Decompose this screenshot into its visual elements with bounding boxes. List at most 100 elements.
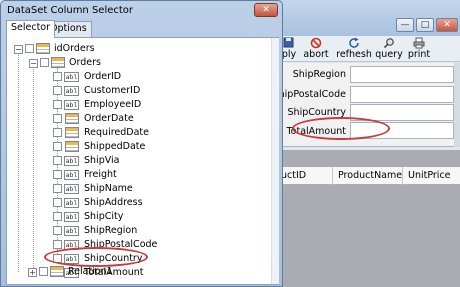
checkbox[interactable] bbox=[25, 44, 34, 53]
tree-node-label: ShipCity bbox=[84, 211, 124, 222]
tree-node-relation1[interactable]: + Relation1 bbox=[6, 265, 270, 279]
print-button[interactable]: print bbox=[406, 37, 432, 61]
checkbox[interactable] bbox=[53, 226, 62, 235]
app-titlebar: — □ ✕ bbox=[278, 0, 460, 36]
tree-column-shipregion[interactable]: abl ShipRegion bbox=[7, 224, 271, 238]
column-tree: − idOrders − Orders abl OrderID abl Cust… bbox=[7, 38, 271, 284]
grid-header: uctID ProductName UnitPrice bbox=[278, 167, 460, 185]
date-field-icon bbox=[65, 113, 79, 124]
grid-body[interactable] bbox=[278, 186, 460, 287]
text-field-icon: abl bbox=[64, 254, 79, 264]
refresh-button-label: refhesh bbox=[336, 49, 372, 60]
tree-node-label: OrderDate bbox=[84, 113, 134, 124]
tree-node-label: CustomerID bbox=[84, 85, 141, 96]
checkbox[interactable] bbox=[39, 267, 48, 276]
tree-node-idorders[interactable]: − idOrders bbox=[7, 42, 271, 56]
tree-node-label: idOrders bbox=[54, 43, 95, 54]
checkbox[interactable] bbox=[53, 86, 62, 95]
form-label-shippostalcode: ShipPostalCode bbox=[272, 89, 346, 100]
tree-column-shipcity[interactable]: abl ShipCity bbox=[7, 210, 271, 224]
checkbox[interactable] bbox=[53, 170, 62, 179]
tree-column-orderdate[interactable]: OrderDate bbox=[7, 112, 271, 126]
details-grid: uctID ProductName UnitPrice bbox=[278, 150, 460, 287]
checkbox[interactable] bbox=[53, 128, 62, 137]
text-field-icon: abl bbox=[64, 240, 79, 250]
text-field-icon: abl bbox=[64, 212, 79, 222]
minimize-button[interactable]: — bbox=[396, 18, 414, 32]
tree-column-shipname[interactable]: abl ShipName bbox=[7, 182, 271, 196]
expand-icon[interactable]: + bbox=[28, 268, 37, 277]
grid-column-header[interactable]: ProductName bbox=[338, 170, 402, 182]
abort-icon bbox=[302, 37, 330, 49]
collapse-icon[interactable]: − bbox=[29, 59, 38, 68]
text-field-icon: abl bbox=[64, 226, 79, 236]
form-label-shipcountry: ShipCountry bbox=[287, 107, 346, 118]
tree-node-label: ShipPostalCode bbox=[84, 239, 158, 250]
maximize-button[interactable]: □ bbox=[416, 18, 434, 32]
checkbox[interactable] bbox=[53, 184, 62, 193]
tree-column-employeeid[interactable]: abl EmployeeID bbox=[7, 98, 271, 112]
tree-node-label: Relation1 bbox=[68, 266, 113, 277]
tree-node-orders[interactable]: − Orders bbox=[7, 56, 271, 70]
form-scrollbar[interactable] bbox=[454, 63, 460, 147]
query-button-label: query bbox=[375, 49, 403, 60]
tree-column-orderid[interactable]: abl OrderID bbox=[7, 70, 271, 84]
dialog-close-button[interactable]: ✕ bbox=[254, 3, 278, 17]
grid-column-header[interactable]: uctID bbox=[281, 170, 306, 182]
dataset-column-selector-dialog: DataSet Column Selector ✕ Selector Optio… bbox=[0, 0, 283, 287]
abort-button[interactable]: abort bbox=[302, 37, 330, 61]
tree-scrollbar[interactable] bbox=[271, 38, 279, 284]
tree-column-shippeddate[interactable]: ShippedDate bbox=[7, 140, 271, 154]
form-label-shipregion: ShipRegion bbox=[292, 69, 346, 80]
abort-button-label: abort bbox=[303, 49, 329, 60]
checkbox[interactable] bbox=[53, 114, 62, 123]
tab-selector[interactable]: Selector bbox=[6, 20, 56, 38]
tree-column-requireddate[interactable]: RequiredDate bbox=[7, 126, 271, 140]
tree-column-freight[interactable]: abl Freight bbox=[7, 168, 271, 182]
shipcountry-input[interactable] bbox=[350, 104, 454, 121]
tree-node-label: OrderID bbox=[84, 71, 122, 82]
dataset-icon bbox=[36, 43, 50, 54]
tree-node-label: ShipAddress bbox=[84, 197, 143, 208]
query-button[interactable]: query bbox=[374, 37, 404, 61]
tree-node-label: ShipRegion bbox=[84, 225, 138, 236]
totalamount-input[interactable] bbox=[350, 122, 454, 139]
tree-node-label: RequiredDate bbox=[84, 127, 149, 138]
shipregion-input[interactable] bbox=[350, 66, 454, 83]
refresh-button[interactable]: refhesh bbox=[336, 37, 372, 61]
shippostalcode-input[interactable] bbox=[350, 86, 454, 103]
checkbox[interactable] bbox=[53, 254, 62, 263]
checkbox[interactable] bbox=[53, 156, 62, 165]
text-field-icon: abl bbox=[64, 184, 79, 194]
text-field-icon: abl bbox=[64, 156, 79, 166]
collapse-icon[interactable]: − bbox=[14, 45, 23, 54]
close-button[interactable]: ✕ bbox=[436, 18, 458, 32]
text-field-icon: abl bbox=[64, 72, 79, 82]
tree-column-shipvia[interactable]: abl ShipVia bbox=[7, 154, 271, 168]
tree-column-shipaddress[interactable]: abl ShipAddress bbox=[7, 196, 271, 210]
selector-panel: − idOrders − Orders abl OrderID abl Cust… bbox=[6, 37, 279, 285]
tree-node-label: ShipName bbox=[84, 183, 133, 194]
relation-icon bbox=[50, 266, 64, 277]
date-field-icon bbox=[65, 127, 79, 138]
dialog-tabbar: Selector Options bbox=[4, 20, 280, 38]
tree-node-label: EmployeeID bbox=[84, 99, 142, 110]
text-field-icon: abl bbox=[64, 86, 79, 96]
tree-node-label: Orders bbox=[69, 57, 101, 68]
checkbox[interactable] bbox=[40, 58, 49, 67]
text-field-icon: abl bbox=[64, 170, 79, 180]
checkbox[interactable] bbox=[53, 100, 62, 109]
checkbox[interactable] bbox=[53, 72, 62, 81]
checkbox[interactable] bbox=[53, 212, 62, 221]
tree-column-shippostalcode[interactable]: abl ShipPostalCode bbox=[7, 238, 271, 252]
grid-column-header[interactable]: UnitPrice bbox=[408, 170, 451, 182]
refresh-icon bbox=[336, 37, 372, 49]
checkbox[interactable] bbox=[53, 240, 62, 249]
tree-node-label: ShipVia bbox=[84, 155, 120, 166]
tree-column-customerid[interactable]: abl CustomerID bbox=[7, 84, 271, 98]
grid-column-separator bbox=[402, 167, 403, 185]
tree-column-shipcountry[interactable]: abl ShipCountry bbox=[7, 252, 271, 266]
dialog-title: DataSet Column Selector bbox=[7, 5, 134, 16]
checkbox[interactable] bbox=[53, 198, 62, 207]
checkbox[interactable] bbox=[53, 142, 62, 151]
